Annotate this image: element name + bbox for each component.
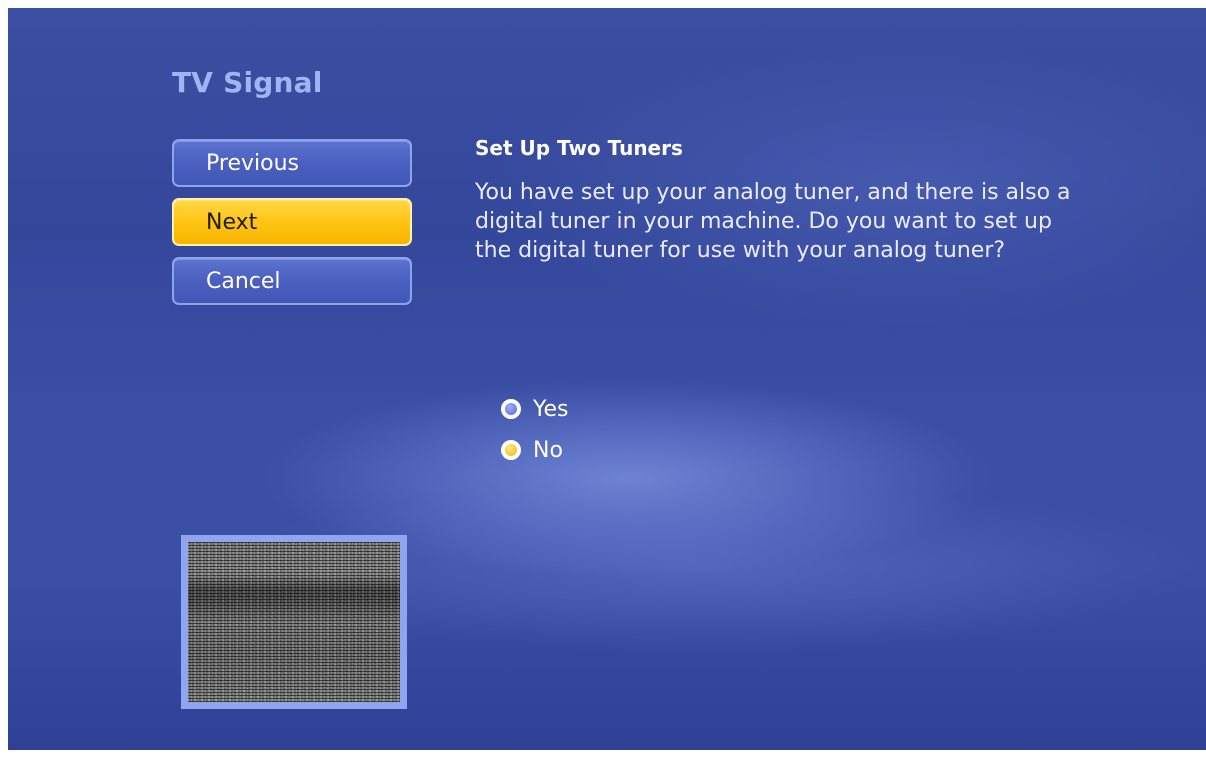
radio-selected-icon[interactable] <box>501 440 521 460</box>
radio-dot <box>505 444 517 456</box>
next-button[interactable]: Next <box>172 198 412 246</box>
media-center-screen: TV Signal Previous Next Cancel Set Up Tw… <box>8 8 1206 750</box>
tv-static-icon <box>188 542 400 702</box>
section-heading: Set Up Two Tuners <box>475 136 683 160</box>
cancel-button[interactable]: Cancel <box>172 257 412 305</box>
radio-unselected-icon[interactable] <box>501 399 521 419</box>
radio-dot <box>505 403 517 415</box>
previous-button[interactable]: Previous <box>172 139 412 187</box>
description-text: You have set up your analog tuner, and t… <box>475 180 1071 263</box>
option-no[interactable]: No <box>501 435 563 465</box>
page-title: TV Signal <box>172 66 323 99</box>
option-yes[interactable]: Yes <box>501 394 569 424</box>
tv-preview-window[interactable] <box>181 535 407 709</box>
option-yes-label: Yes <box>533 396 569 422</box>
option-no-label: No <box>533 437 563 463</box>
